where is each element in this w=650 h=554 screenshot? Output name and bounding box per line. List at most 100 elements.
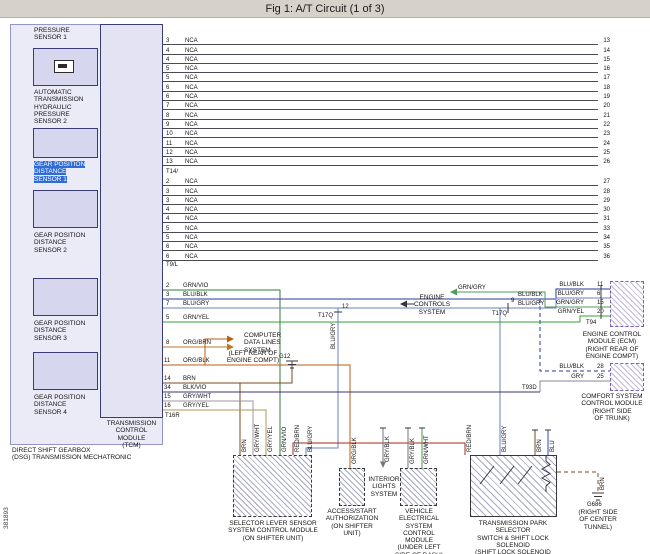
component-label-pressure-sensor-2: AUTOMATIC TRANSMISSION HYDRAULIC PRESSUR… xyxy=(34,89,94,125)
right-pin-number: 16 xyxy=(603,66,610,72)
comfort-module-box xyxy=(610,363,644,391)
title-bar: Fig 1: A/T Circuit (1 of 3) xyxy=(0,0,650,18)
right-pin-number: 25 xyxy=(603,150,610,156)
drop-label-gry-yel: GRY/YEL xyxy=(268,426,274,452)
drop-label-brn-park: BRN xyxy=(537,439,543,452)
figure-title: Fig 1: A/T Circuit (1 of 3) xyxy=(265,3,384,15)
connector-label-t16r: T16R xyxy=(165,413,180,419)
system-interior-lights: INTERIOR LIGHTS SYSTEM xyxy=(368,476,400,498)
ecm-pin-number: 11 xyxy=(597,282,603,288)
component-label-gear-sensor-2: GEAR POSITION DISTANCE SENSOR 2 xyxy=(34,232,94,254)
drop-label-gry-blk-interior: GRY/BLK xyxy=(385,436,391,462)
right-pin-number: 14 xyxy=(603,48,610,54)
nca-wire-row: 5 NCA 17 xyxy=(163,73,612,82)
ecm-wire-color: BLU/GRY xyxy=(550,291,584,297)
gear-position-sensor-4-box xyxy=(33,352,98,390)
right-pin-number: 22 xyxy=(603,122,610,128)
nca-wire-row: 11 NCA 24 xyxy=(163,138,612,147)
comfort-caption: COMFORT SYSTEM CONTROL MODULE (RIGHT SID… xyxy=(576,393,648,422)
highlighted-search-hit[interactable]: GEAR POSITION DISTANCE SENSOR 1 xyxy=(34,161,85,183)
tcm-pin-number: 11 xyxy=(164,358,170,364)
right-pin-number: 17 xyxy=(603,75,610,81)
ground-g686-location: (RIGHT SIDE OF CENTER TUNNEL) xyxy=(572,509,624,531)
connector-label-t14: T14/ xyxy=(166,169,178,175)
ecm-pin-number: 6 xyxy=(597,291,600,297)
nca-wire-row: 6 NCA 19 xyxy=(163,92,612,101)
connector-label-t93d: T93D xyxy=(522,385,537,391)
nca-wire-row: 6 NCA 36 xyxy=(163,251,612,260)
wire-grn-yel xyxy=(163,316,610,322)
right-pin-number: 19 xyxy=(603,94,610,100)
right-pin-number: 33 xyxy=(603,226,610,232)
wire-line xyxy=(163,165,598,166)
nca-wire-row: 10 NCA 23 xyxy=(163,129,612,138)
wire-red-brn-bridge xyxy=(293,443,465,455)
tcm-pin-number: 7 xyxy=(166,301,169,307)
drop-label-blu-gry: BLU/GRY xyxy=(308,426,314,452)
ground-g686-symbol xyxy=(592,493,604,500)
pressure-sensor-icon xyxy=(54,60,74,73)
wire-color-label: GRY/WHT xyxy=(183,394,211,400)
arrow-org-blk xyxy=(227,336,234,343)
ecm-pin-number: 20 xyxy=(597,309,604,315)
nca-wire-row: 6 NCA 35 xyxy=(163,242,612,251)
comfort-wire-color: BLU/BLK xyxy=(550,364,584,370)
nca-wire-row: 3 NCA 29 xyxy=(163,196,612,205)
wire-color-label: ORG/BRN xyxy=(183,340,211,346)
ground-g686-label: G686 xyxy=(587,502,602,508)
wire-brn-g686 xyxy=(557,472,598,493)
nca-block-top: 3 NCA 13 4 NCA 14 4 NCA 15 xyxy=(163,36,612,166)
gear-position-sensor-1-box xyxy=(33,128,98,158)
nca-wire-row: 5 NCA 33 xyxy=(163,223,612,232)
wire-color-label: ORG/BLK xyxy=(183,358,210,364)
right-pin-number: 18 xyxy=(603,85,610,91)
ecm-wire-color: GRN/GRY xyxy=(550,300,584,306)
comfort-pin-number: 28 xyxy=(597,364,604,370)
tcm-box xyxy=(100,24,163,418)
park-selector-switch-box xyxy=(470,455,557,517)
nca-wire-row: 5 NCA 34 xyxy=(163,233,612,242)
wire-color-label: BRN xyxy=(183,376,196,382)
wire-gry-wht xyxy=(163,401,253,455)
gear-position-sensor-2-box xyxy=(33,190,98,228)
ground-g12-label: G12 xyxy=(279,354,290,360)
drop-label-brn: BRN xyxy=(242,439,248,452)
wire-color-label: GRY/YEL xyxy=(183,403,209,409)
selector-module-caption: SELECTOR LEVER SENSOR SYSTEM CONTROL MOD… xyxy=(226,520,320,542)
right-pin-number: 23 xyxy=(603,131,610,137)
connector-label-t17q-a: T17Q xyxy=(318,313,333,319)
gear-position-sensor-3-box xyxy=(33,278,98,316)
nca-wire-row: 6 NCA 18 xyxy=(163,82,612,91)
comfort-pin-number: 25 xyxy=(597,374,604,380)
dsg-gearbox-label: DIRECT SHIFT GEARBOX (DSG) TRANSMISSION … xyxy=(12,447,162,462)
right-pin-number: 24 xyxy=(603,141,610,147)
connector-t17q-a-pin: 12 xyxy=(342,304,349,310)
right-pin-number: 28 xyxy=(603,189,610,195)
component-label-gear-sensor-1[interactable]: GEAR POSITION DISTANCE SENSOR 1 xyxy=(34,161,96,183)
tcm-label: TRANSMISSION CONTROL MODULE (TCM) xyxy=(101,420,162,449)
drop-label-gry-wht: GRY/WHT xyxy=(255,424,261,452)
wire-color-label: BLK/VIO xyxy=(183,385,206,391)
wire-grn-vio xyxy=(163,290,280,455)
pressure-sensor-2-box xyxy=(33,48,98,86)
ground-g12-location: (LEFT REAR OF ENGINE COMPT) xyxy=(226,350,280,365)
drop-label-grn-wht-vehicle: GRN/WHT xyxy=(424,435,430,464)
nca-wire-row: 4 NCA 30 xyxy=(163,205,612,214)
system-engine-controls: ENGINE CONTROLS SYSTEM xyxy=(406,294,458,316)
wire-color-label-blu-blk: BLU/BLK xyxy=(518,292,543,298)
nca-block-mid: 2 NCA 27 3 NCA 28 3 NCA 29 xyxy=(163,177,612,261)
nca-wire-row: 4 NCA 31 xyxy=(163,214,612,223)
drop-label-org-blk: ORG/BLK xyxy=(352,437,358,464)
drop-label-grn-vio: GRN/VIO xyxy=(282,427,288,452)
nca-wire-row: 3 NCA 28 xyxy=(163,186,612,195)
connector-label-t94: T94 xyxy=(586,320,596,326)
ecm-caption: ENGINE CONTROL MODULE (ECM) (RIGHT REAR … xyxy=(576,331,648,360)
ecm-wire-color: BLU/BLK xyxy=(550,282,584,288)
connector-label-t17q-b: T17Q xyxy=(492,311,507,317)
drop-label-red-brn-park: RED/BRN xyxy=(467,425,473,452)
nca-wire-row: 5 NCA 16 xyxy=(163,64,612,73)
ground-g12-symbol xyxy=(286,361,298,368)
drop-label-gry-blk-vehicle: GRY/BLK xyxy=(410,438,416,464)
tcm-pin-number: 34 xyxy=(164,385,171,391)
nca-wire-row: 7 NCA 20 xyxy=(163,101,612,110)
